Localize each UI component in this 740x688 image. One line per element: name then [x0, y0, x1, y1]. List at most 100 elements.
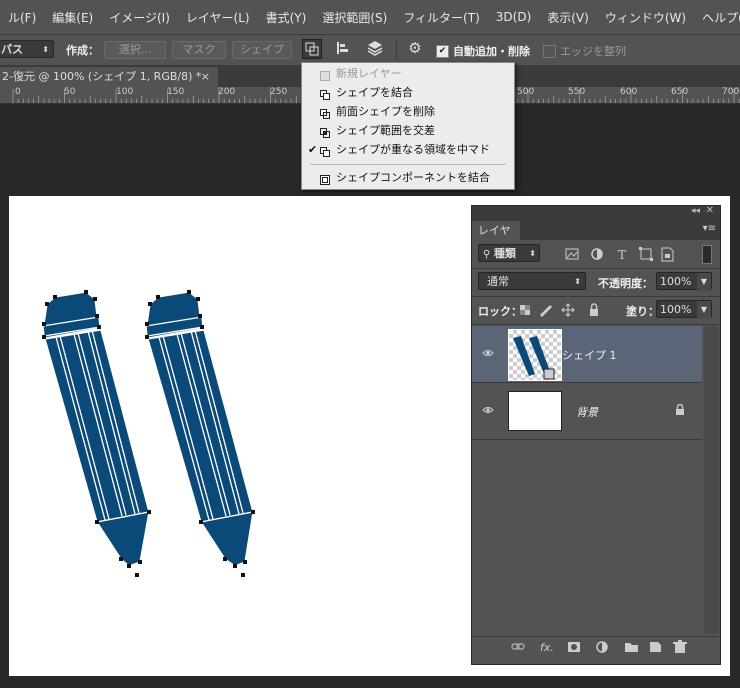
- align-edges-toggle[interactable]: エッジを整列: [543, 43, 626, 59]
- blend-row: 通常 ⬍ 不透明度： 100% ▼: [472, 268, 720, 297]
- opacity-value: 100%: [660, 275, 692, 288]
- layer-thumbnail: [508, 329, 562, 381]
- menu-item[interactable]: 書式(Y): [258, 9, 315, 26]
- filter-toggle[interactable]: [702, 245, 712, 264]
- eye-icon[interactable]: [482, 405, 494, 415]
- checkmark-icon: ✔: [308, 143, 318, 156]
- ruler-tick-label: 650: [671, 87, 689, 97]
- path-operation-label: 前面シェイプを削除: [336, 105, 435, 118]
- subtract-front-shape-icon: [320, 107, 330, 119]
- ruler-tick-label: 550: [568, 87, 586, 97]
- path-alignment-button[interactable]: [334, 39, 352, 57]
- blend-mode-value: 通常: [487, 275, 509, 288]
- filter-icons: T: [565, 247, 674, 262]
- path-alignment-icon: [337, 42, 348, 54]
- ruler-tick-label: 50: [64, 87, 76, 97]
- filter-kind-select[interactable]: ⚲ 種類 ⬍: [478, 244, 540, 262]
- path-operations-menu: 新規レイヤーシェイプを結合前面シェイプを削除 シェイプ範囲を交差 ✔ シェイプが重なる…: [301, 62, 515, 190]
- eye-icon[interactable]: [482, 348, 494, 358]
- menu-item[interactable]: 表示(V): [539, 9, 597, 26]
- auto-add-delete-toggle[interactable]: ✔ 自動追加・削除: [436, 43, 530, 59]
- menu-bar: ル(F) 編集(E) イメージ(I) レイヤー(L) 書式(Y) 選択範囲(S) フィルター…: [0, 0, 740, 34]
- path-operations-button[interactable]: [302, 39, 322, 59]
- ruler-tick-label: 0: [15, 87, 21, 97]
- opacity-field[interactable]: 100% ▼: [656, 272, 712, 291]
- tab-layers[interactable]: レイヤー: [472, 221, 520, 256]
- menu-item[interactable]: 3D(D): [488, 10, 539, 24]
- path-operation-item[interactable]: シェイプコンポーネントを結合: [302, 169, 514, 187]
- settings-button[interactable]: ⚙: [406, 39, 424, 57]
- layers-panel: ◂◂ ✕ レイヤー ▾≡ ⚲ 種類 ⬍ T 通常 ⬍ 不透明度： 100% ▼: [471, 205, 721, 665]
- menu-item[interactable]: ヘルプ(H): [694, 9, 740, 26]
- trash-icon: [673, 640, 687, 653]
- new-group-icon: [625, 643, 638, 652]
- path-operation-label: シェイプが重なる領域を中マド: [336, 143, 490, 156]
- ruler-tick-label: 200: [218, 87, 236, 97]
- chevron-down-icon[interactable]: ▼: [697, 301, 711, 319]
- menu-item[interactable]: 編集(E): [44, 9, 101, 26]
- blend-mode-select[interactable]: 通常 ⬍: [478, 272, 586, 290]
- ruler-tick-label: 150: [167, 87, 185, 97]
- path-operation-item[interactable]: シェイプを結合: [302, 84, 514, 102]
- panel-menu-icon[interactable]: ▾≡: [703, 223, 716, 234]
- auto-add-delete-checkbox[interactable]: ✔: [436, 44, 449, 58]
- auto-add-delete-label: 自動追加・削除: [453, 45, 530, 58]
- lock-row: ロック： 塗り： 100% ▼: [472, 296, 720, 325]
- layers-panel-footer: fx.: [472, 636, 720, 657]
- menu-item[interactable]: 選択範囲(S): [314, 9, 395, 26]
- layer-row[interactable]: シェイプ 1: [472, 326, 702, 383]
- adjustment-filter-icon: [591, 248, 603, 260]
- select-button[interactable]: 選択...: [104, 41, 166, 59]
- document-tab[interactable]: 2-復元 @ 100% (シェイプ 1, RGB/8) * ×: [0, 67, 218, 87]
- layer-name[interactable]: 背景: [576, 404, 598, 420]
- collapse-icon[interactable]: ◂◂: [691, 206, 700, 216]
- menu-item[interactable]: イメージ(I): [101, 9, 178, 26]
- combine-shapes-icon: [320, 88, 330, 100]
- new-layer-op-icon: [320, 69, 330, 81]
- path-operation-item[interactable]: 前面シェイプを削除: [302, 103, 514, 121]
- align-edges-checkbox[interactable]: [543, 44, 556, 58]
- panel-titlebar[interactable]: ◂◂ ✕: [472, 205, 720, 220]
- lock-transparent-icon: [520, 305, 530, 315]
- close-icon[interactable]: ×: [201, 67, 210, 87]
- layers-scrollbar[interactable]: [704, 326, 719, 634]
- path-operation-label: シェイプ範囲を交差: [336, 124, 435, 137]
- fill-field[interactable]: 100% ▼: [656, 300, 712, 319]
- path-mode-value: パス: [1, 43, 23, 56]
- ruler-tick-label: 600: [620, 87, 638, 97]
- path-arrangement-button[interactable]: [366, 39, 384, 57]
- path-operation-label: 新規レイヤー: [336, 67, 402, 80]
- menu-item[interactable]: ウィンドウ(W): [597, 9, 694, 26]
- type-filter-icon: T: [618, 248, 626, 262]
- mask-button[interactable]: マスク: [172, 41, 226, 59]
- panel-tab-row: レイヤー ▾≡: [472, 220, 720, 256]
- fill-value: 100%: [660, 303, 692, 316]
- adjustment-layer-icon: [596, 641, 608, 653]
- chevron-down-icon[interactable]: ▼: [697, 273, 711, 291]
- close-icon[interactable]: ✕: [706, 205, 714, 216]
- lock-label: ロック：: [478, 305, 522, 318]
- gear-icon: ⚙: [408, 39, 422, 57]
- shape-button[interactable]: シェイプ: [232, 41, 292, 59]
- path-operation-item[interactable]: ✔ シェイプが重なる領域を中マド: [302, 141, 514, 159]
- filter-kind-value: 種類: [493, 247, 516, 260]
- menu-item[interactable]: ル(F): [0, 9, 44, 26]
- layer-thumbnail: [508, 391, 562, 431]
- layer-name[interactable]: シェイプ 1: [562, 347, 617, 363]
- ruler-tick-label: 250: [270, 87, 288, 97]
- menu-item[interactable]: フィルター(T): [395, 9, 487, 26]
- menu-item[interactable]: レイヤー(L): [178, 9, 258, 26]
- filter-row: ⚲ 種類 ⬍ T: [472, 240, 720, 269]
- path-mode-select[interactable]: パス ⬍: [0, 40, 54, 58]
- new-layer-icon: [650, 642, 661, 652]
- updown-icon: ⬍: [574, 277, 581, 286]
- exclude-overlap-icon: [320, 145, 330, 157]
- layer-row[interactable]: 背景: [472, 383, 702, 440]
- lock-image-icon: [540, 305, 552, 317]
- lock-icon: [676, 404, 684, 415]
- path-operations-icon: [305, 42, 319, 56]
- align-edges-label: エッジを整列: [560, 45, 626, 58]
- updown-icon: ⬍: [42, 45, 49, 54]
- path-operation-item[interactable]: シェイプ範囲を交差: [302, 122, 514, 140]
- search-icon: ⚲: [483, 249, 491, 260]
